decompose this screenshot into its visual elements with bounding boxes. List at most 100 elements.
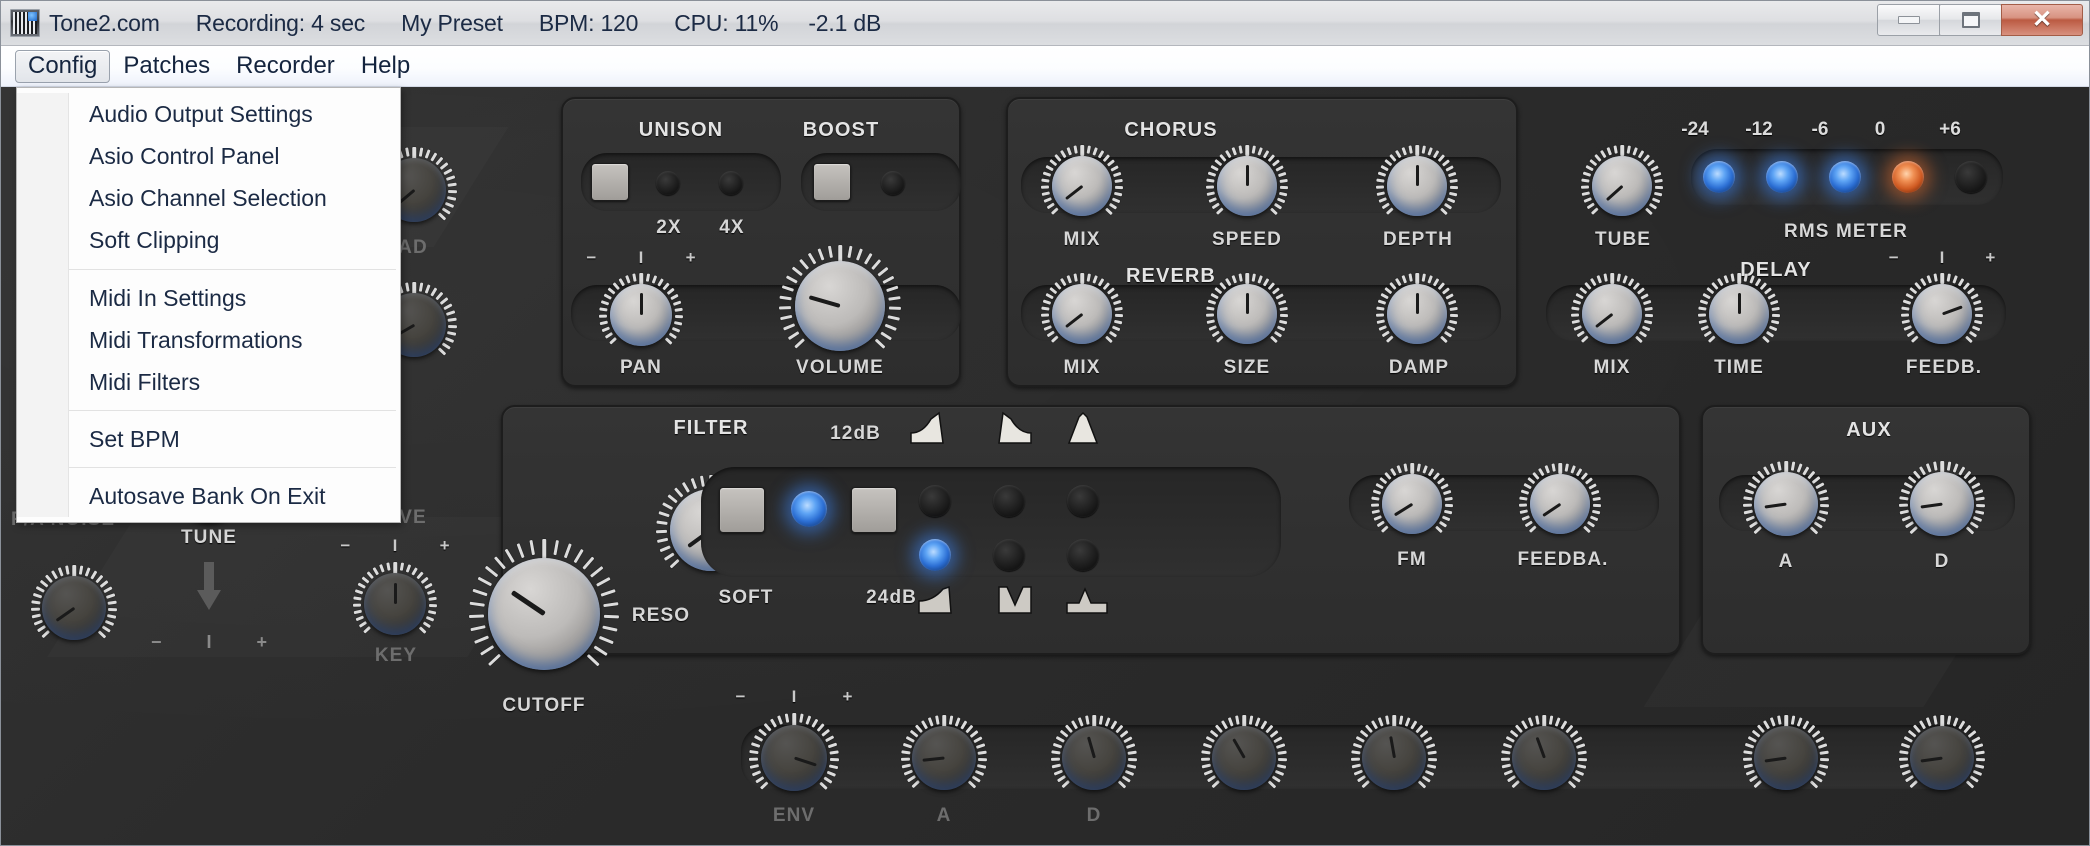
rms-led-4 (1892, 161, 1924, 193)
filter-led-r1c2[interactable] (1067, 539, 1099, 571)
config-dropdown-menu: Audio Output Settings Asio Control Panel… (16, 87, 401, 524)
title-bar: Tone2.com Recording: 4 sec My Preset BPM… (1, 1, 2089, 46)
knob-bottom-4[interactable] (1350, 715, 1438, 801)
filter-led-r1c1[interactable] (993, 539, 1025, 571)
menu-config[interactable]: Config (15, 49, 111, 83)
rms-led-5 (1955, 161, 1987, 193)
minimize-icon (1897, 16, 1920, 24)
knob-tube[interactable] (1580, 145, 1664, 227)
knob-fa-noise[interactable] (30, 565, 118, 651)
boost-enable-button[interactable] (813, 163, 851, 201)
window-controls: ✕ (1877, 4, 2083, 37)
filter-led-r0c1[interactable] (993, 485, 1025, 517)
label-tube: TUBE (1594, 229, 1652, 250)
knob-reverb-mix[interactable] (1040, 273, 1124, 355)
title-output-level: -2.1 dB (808, 9, 882, 36)
knob-feedback[interactable] (1518, 463, 1602, 545)
label-delay-time: TIME (1714, 357, 1764, 378)
dropdown-icon-gutter (17, 93, 69, 518)
rms-led-3 (1829, 161, 1861, 193)
filter-mode-trough (701, 467, 1281, 577)
boost-led[interactable] (881, 171, 905, 195)
knob-fm[interactable] (1370, 463, 1454, 545)
knob-chorus-speed[interactable] (1205, 145, 1289, 227)
lowpass-24-icon (918, 585, 952, 614)
filter-slope-button[interactable] (851, 487, 897, 533)
menu-item-midi-transformations[interactable]: Midi Transformations (69, 319, 400, 361)
knob-bottom-a[interactable] (900, 715, 988, 801)
title-brand: Tone2.com (49, 9, 160, 36)
application-window: Tone2.com Recording: 4 sec My Preset BPM… (0, 0, 2090, 846)
menu-item-asio-channel-selection[interactable]: Asio Channel Selection (69, 177, 400, 219)
menu-bar: Config Patches Recorder Help (1, 46, 2089, 87)
label-rms-meter: RMS METER (1784, 221, 1908, 242)
menu-item-audio-output-settings[interactable]: Audio Output Settings (69, 93, 400, 135)
knob-delay-feedback[interactable]: − I + (1889, 248, 1995, 355)
notch-24-icon (998, 586, 1032, 614)
knob-env[interactable]: − I + (736, 687, 852, 803)
label-volume: VOLUME (796, 357, 884, 378)
label-chorus-speed: SPEED (1212, 229, 1282, 250)
title-recording-status: Recording: 4 sec (195, 9, 366, 36)
menu-separator (69, 409, 396, 411)
label-chorus-mix: MIX (1063, 229, 1101, 250)
knob-aux-d[interactable] (1898, 461, 1986, 547)
knob-aux-a[interactable] (1742, 461, 1830, 547)
minimize-button[interactable] (1877, 4, 1940, 36)
knob-bottom-5[interactable] (1500, 715, 1588, 801)
menu-item-midi-filters[interactable]: Midi Filters (69, 361, 400, 403)
tune-range-marks: − I + (151, 632, 267, 652)
filter-soft-button[interactable] (719, 487, 765, 533)
knob-reverb-size[interactable] (1205, 273, 1289, 355)
menu-item-asio-control-panel[interactable]: Asio Control Panel (69, 135, 400, 177)
label-aux: AUX (1846, 419, 1892, 441)
title-preset-name: My Preset (401, 9, 503, 36)
knob-chorus-depth[interactable] (1375, 145, 1459, 227)
label-key: KEY (374, 645, 418, 666)
rms-scale-0: 0 (1874, 119, 1886, 140)
rms-scale--6: -6 (1811, 119, 1829, 140)
menu-item-set-bpm[interactable]: Set BPM (69, 418, 400, 460)
menu-separator (69, 467, 396, 469)
maximize-icon (1961, 12, 1980, 28)
knob-bottom-d[interactable] (1050, 715, 1138, 801)
filter-led-r0c2[interactable] (1067, 485, 1099, 517)
unison-4x-led[interactable] (719, 171, 743, 195)
unison-2x-led[interactable] (656, 171, 680, 195)
knob-cutoff[interactable] (469, 539, 619, 689)
filter-led-r1c0[interactable] (919, 539, 951, 571)
menu-item-midi-in-settings[interactable]: Midi In Settings (69, 277, 400, 319)
knob-pan[interactable]: − I + (586, 248, 696, 357)
menu-item-autosave-bank-on-exit[interactable]: Autosave Bank On Exit (69, 475, 400, 517)
label-12db: 12dB (830, 423, 881, 444)
label-reverb-mix: MIX (1063, 357, 1101, 378)
knob-delay-mix[interactable] (1570, 273, 1654, 355)
knob-delay-time[interactable] (1697, 273, 1781, 355)
bandpass-12-icon (1067, 411, 1099, 444)
close-button[interactable]: ✕ (2001, 4, 2083, 36)
label-boost: BOOST (802, 119, 880, 141)
knob-volume[interactable] (778, 245, 902, 367)
title-bpm: BPM: 120 (538, 9, 639, 36)
unison-enable-button[interactable] (591, 163, 629, 201)
bandreject-24-icon (1066, 587, 1108, 614)
label-feedback: FEEDBA. (1517, 549, 1609, 570)
menu-patches[interactable]: Patches (110, 50, 223, 83)
menu-recorder[interactable]: Recorder (223, 50, 348, 83)
label-reverb-damp: DAMP (1388, 357, 1450, 378)
maximize-button[interactable] (1939, 4, 2002, 36)
filter-led-r0c0[interactable] (919, 485, 951, 517)
knob-chorus-mix[interactable] (1040, 145, 1124, 227)
knob-aux-s[interactable] (1742, 715, 1830, 801)
filter-soft-led (791, 491, 827, 527)
menu-help[interactable]: Help (348, 50, 423, 83)
label-unison: UNISON (638, 119, 724, 141)
menu-item-soft-clipping[interactable]: Soft Clipping (69, 219, 400, 261)
knob-bottom-3[interactable] (1200, 715, 1288, 801)
down-arrow-icon (197, 562, 221, 614)
knob-key[interactable]: − I + (340, 536, 450, 646)
label-pan: PAN (619, 357, 662, 378)
label-cutoff: CUTOFF (502, 695, 586, 716)
knob-aux-r[interactable] (1898, 715, 1986, 801)
knob-reverb-damp[interactable] (1375, 273, 1459, 355)
